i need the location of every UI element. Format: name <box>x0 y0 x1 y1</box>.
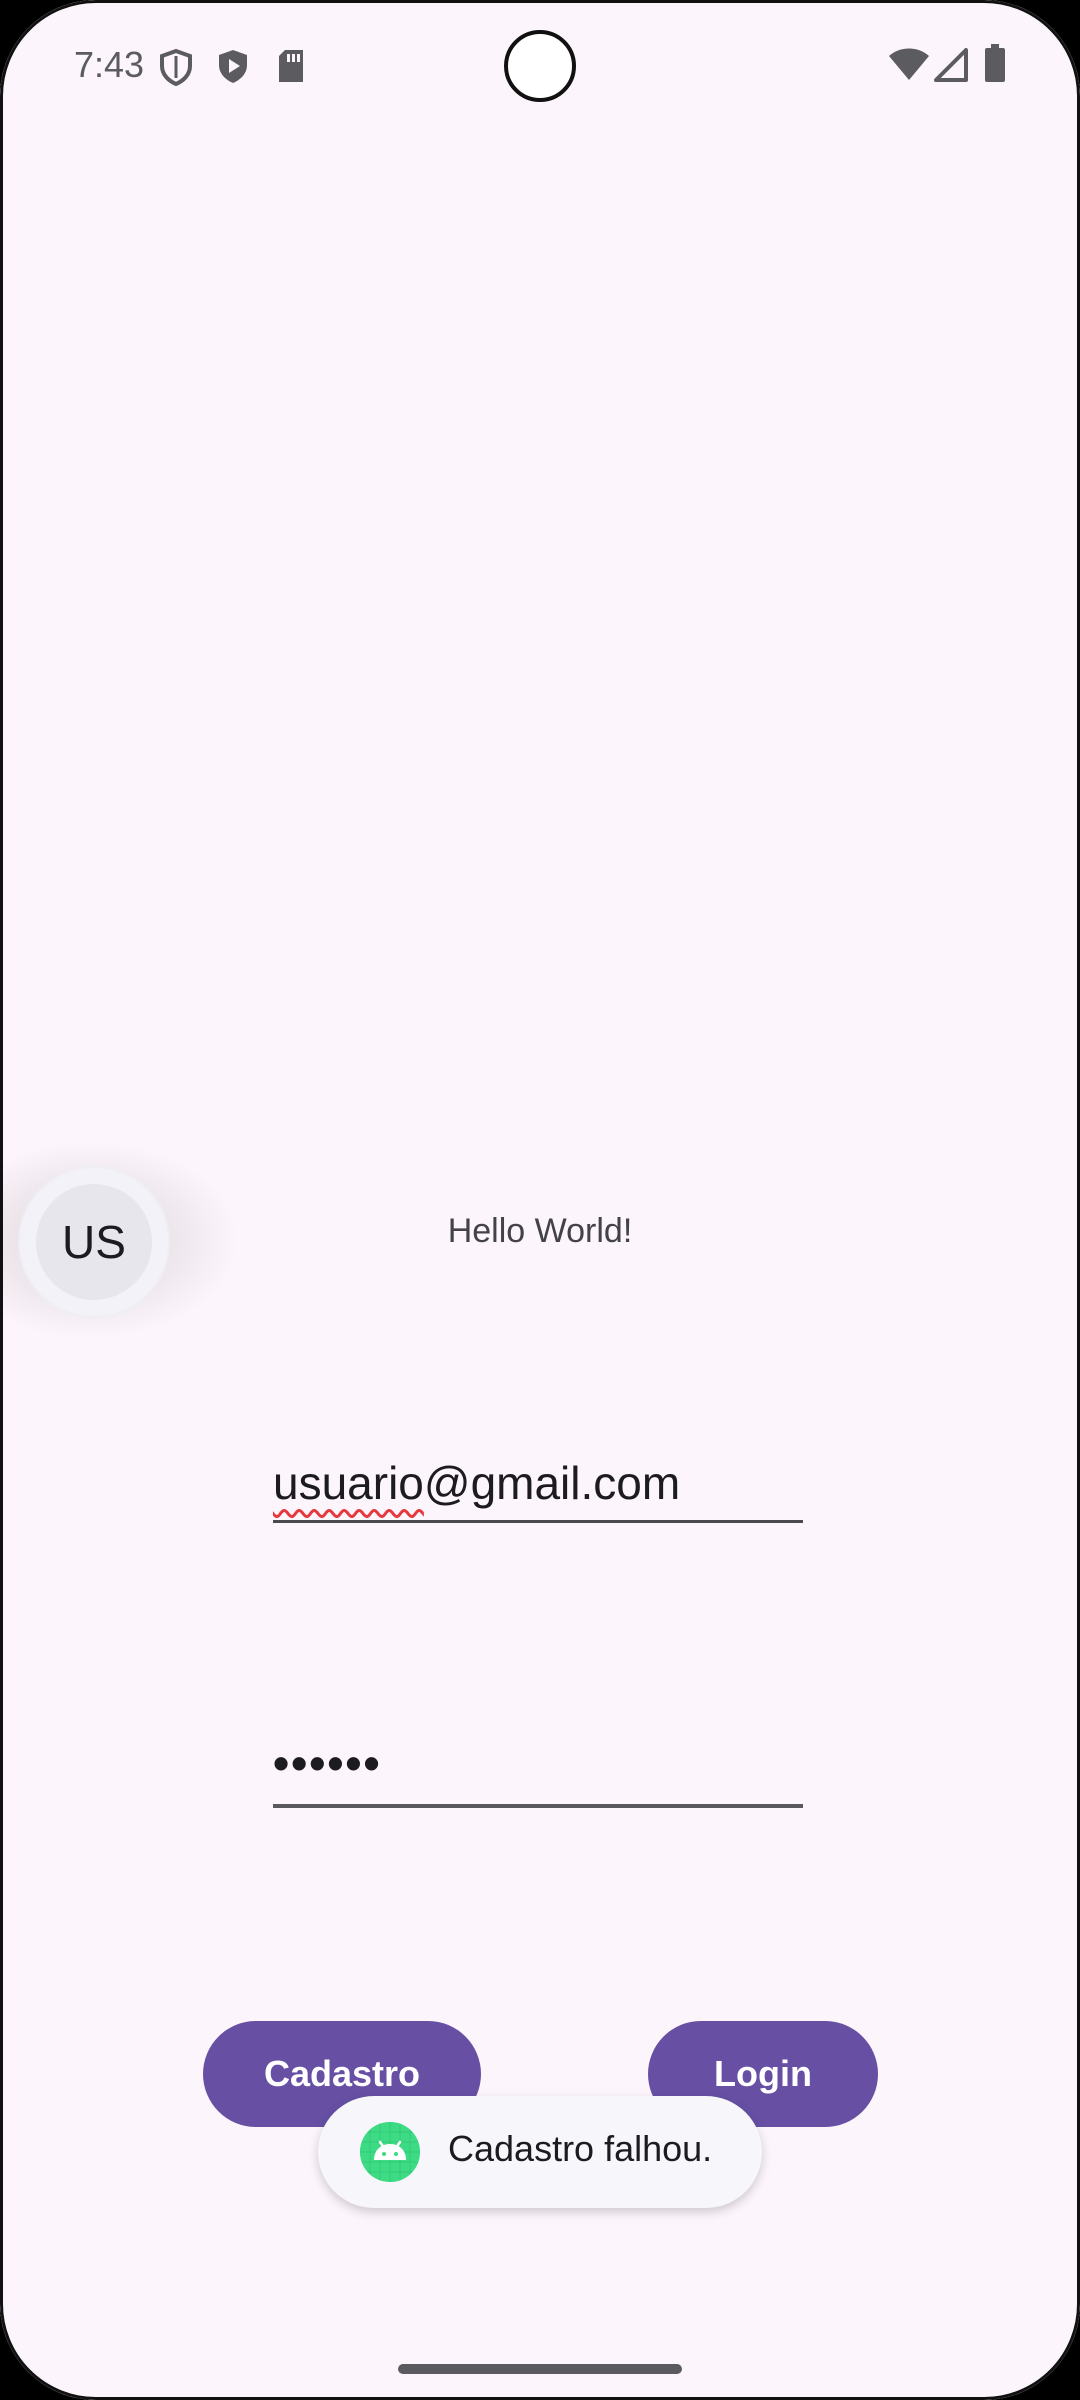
home-indicator[interactable] <box>398 2364 682 2374</box>
email-value: usuario@gmail.com <box>273 1456 680 1510</box>
android-icon <box>360 2122 420 2182</box>
phone-screen: 7:43 US Hello World! usuario@gmail.com •… <box>0 0 1080 2400</box>
hello-text: Hello World! <box>447 1212 633 1250</box>
wifi-icon <box>888 48 930 87</box>
password-underline <box>273 1804 803 1808</box>
camera-cutout <box>504 30 576 102</box>
email-field[interactable]: usuario@gmail.com <box>273 1456 803 1524</box>
toast: Cadastro falhou. <box>318 2096 762 2208</box>
email-underline <box>273 1520 803 1523</box>
password-field[interactable]: •••••• <box>273 1736 803 1810</box>
email-value-spellchecked: usuario <box>273 1457 424 1509</box>
battery-icon <box>984 44 1006 89</box>
cellular-signal-icon <box>934 48 968 87</box>
email-value-domain: @gmail.com <box>423 1457 681 1509</box>
password-value: •••••• <box>273 1737 382 1789</box>
status-time: 7:43 <box>74 44 145 85</box>
status-bar: 7:43 <box>0 0 1080 130</box>
play-protect-icon <box>216 48 250 91</box>
shield-outline-icon <box>158 48 194 91</box>
toast-message: Cadastro falhou. <box>448 2128 713 2169</box>
sd-card-icon <box>276 48 306 89</box>
